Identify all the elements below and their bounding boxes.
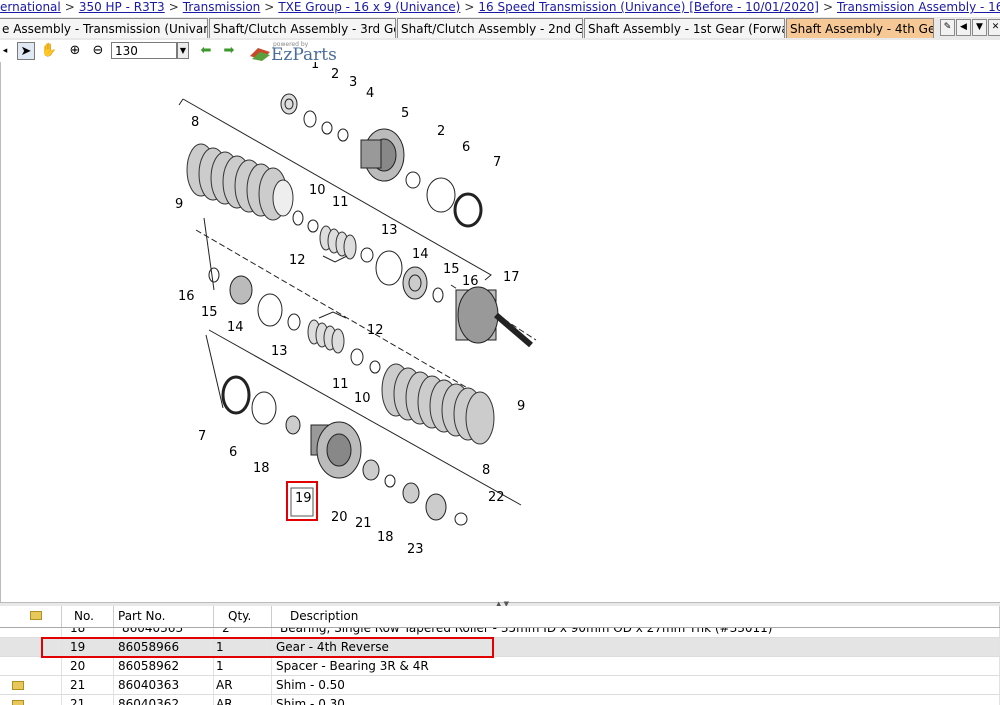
callout-7b: 7 [198,429,206,444]
callout-10b: 10 [354,391,371,406]
callout-14: 14 [412,247,429,262]
zoom-dropdown-icon[interactable]: ▼ [177,42,189,59]
tab-1st-gear[interactable]: Shaft Assembly - 1st Gear (Forward) [584,18,785,38]
ezparts-logo-icon [250,48,270,61]
callout-16: 16 [462,274,479,289]
col-header-part[interactable]: Part No. [114,606,214,627]
table-row[interactable]: 21 86040363 AR Shim - 0.50 [0,676,1000,695]
breadcrumb-link-5[interactable]: Transmission Assembly - 16 Speed, Powers… [837,0,1000,14]
callout-1: 1 [311,62,319,72]
callout-11: 11 [332,195,349,210]
exploded-view-drawing: 1 2 3 4 5 2 6 7 8 9 10 11 12 13 14 15 16… [175,62,537,557]
callout-12b: 12 [367,323,384,338]
callout-2: 2 [331,67,339,82]
folder-icon[interactable] [12,700,24,705]
callout-14b: 14 [227,320,244,335]
pan-hand-icon[interactable]: ✋ [40,42,58,60]
callout-3: 3 [349,75,357,90]
callout-9b: 9 [517,399,525,414]
toolbar-overflow-icon[interactable]: ◂ [0,42,10,60]
callout-21: 21 [355,516,372,531]
tab-2nd-gear[interactable]: Shaft/Clutch Assembly - 2nd Gear [397,18,583,38]
tab-bar: e Assembly - Transmission (Univance) Sha… [0,17,1000,41]
col-header-qty[interactable]: Qty. [214,606,272,627]
selected-row-highlight [41,637,494,658]
breadcrumb-link-0[interactable]: ernational [0,0,61,14]
callout-20: 20 [331,510,348,525]
callout-8b: 8 [482,463,490,478]
callout-9: 9 [175,197,183,212]
callout-4: 4 [366,86,374,101]
parts-diagram[interactable]: 1 2 3 4 5 2 6 7 8 9 10 11 12 13 14 15 16… [0,62,1000,602]
callout-2b: 2 [437,124,445,139]
forward-arrow-icon[interactable]: ➡ [220,42,238,60]
callout-16b: 16 [178,289,195,304]
callout-17: 17 [503,270,520,285]
breadcrumb: ernational >350 HP - R3T3 > Transmission > TX… [0,0,1000,16]
folder-icon [30,611,42,620]
folder-icon[interactable] [12,681,24,690]
zoom-out-icon[interactable]: ⊖ [89,42,107,60]
callout-18: 18 [253,461,270,476]
callout-6: 6 [462,140,470,155]
table-row[interactable]: 20 86058962 1 Spacer - Bearing 3R & 4R [0,657,1000,676]
callout-15b: 15 [201,305,218,320]
pin-icon[interactable]: ✎ [940,19,955,36]
table-header: No. Part No. Qty. Description [0,606,1000,628]
col-header-no[interactable]: No. [62,606,114,627]
zoom-input[interactable] [111,42,177,59]
callout-23: 22 [488,490,505,505]
breadcrumb-link-1[interactable]: 350 HP - R3T3 [79,0,165,14]
callout-8: 8 [191,115,199,130]
col-header-description[interactable]: Description [272,606,1000,627]
tab-3rd-gear[interactable]: Shaft/Clutch Assembly - 3rd Gear [209,18,396,38]
callout-22: 23 [407,542,424,557]
folder-column-header [0,606,62,627]
breadcrumb-link-4[interactable]: 16 Speed Transmission (Univance) [Before… [478,0,819,14]
breadcrumb-link-3[interactable]: TXE Group - 16 x 9 (Univance) [278,0,460,14]
callout-11b: 11 [332,377,349,392]
callout-13b: 13 [271,344,288,359]
callout-7: 7 [493,155,501,170]
callout-13: 13 [381,223,398,238]
callout-12: 12 [289,253,306,268]
selected-callout-highlight [286,481,318,521]
callout-5: 5 [401,106,409,121]
pointer-icon[interactable]: ➤ [17,42,35,60]
callout-6b: 6 [229,445,237,460]
callout-18b: 18 [377,530,394,545]
back-arrow-icon[interactable]: ⬅ [197,42,215,60]
close-icon[interactable]: ✕ [988,19,1000,36]
table-row[interactable]: 21 86040362 AR Shim - 0.30 [0,695,1000,705]
callout-10: 10 [309,183,326,198]
chevron-left-icon[interactable]: ◀ [956,19,971,36]
callout-15: 15 [443,262,460,277]
tab-transmission-assembly[interactable]: e Assembly - Transmission (Univance) [0,18,208,38]
tab-4th-gear[interactable]: Shaft Assembly - 4th Gear [786,18,934,38]
zoom-in-icon[interactable]: ⊕ [66,42,84,60]
chevron-down-icon[interactable]: ▼ [972,19,987,36]
breadcrumb-link-2[interactable]: Transmission [183,0,261,14]
